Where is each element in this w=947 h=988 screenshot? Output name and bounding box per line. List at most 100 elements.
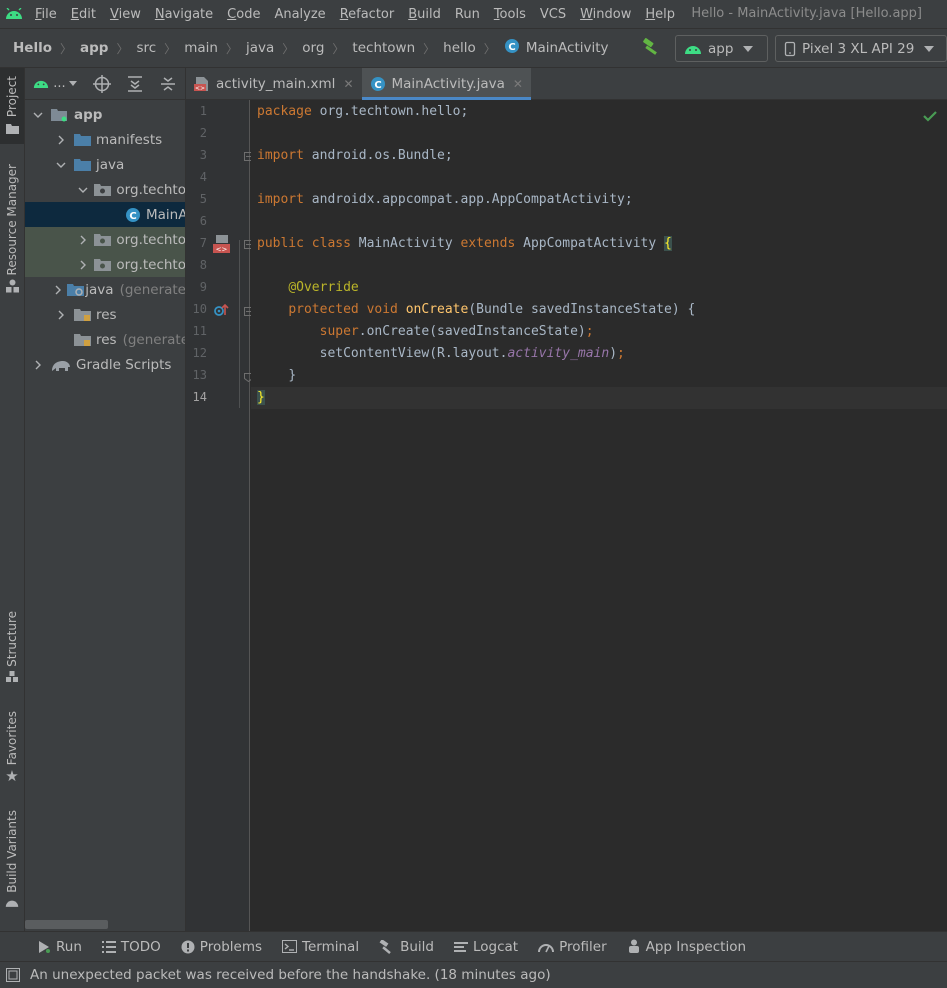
code-token: activity_main — [507, 346, 610, 361]
code-token: setContentView(R.layout. — [319, 346, 508, 361]
project-view-dropdown[interactable]: ... — [25, 68, 85, 100]
status-message[interactable]: An unexpected packet was received before… — [30, 967, 551, 983]
menu-view[interactable]: View — [103, 7, 148, 22]
tab-mainactivity-java[interactable]: C MainActivity.java ✕ — [361, 68, 531, 100]
tool-window-terminal[interactable]: Terminal — [282, 939, 359, 955]
tree-item-app[interactable]: app — [25, 102, 186, 127]
no-problems-check-icon[interactable] — [923, 110, 937, 126]
breadcrumb-separator-icon: 〉 — [423, 41, 436, 56]
tool-window-todo[interactable]: TODO — [101, 938, 161, 955]
override-method-icon[interactable] — [213, 302, 229, 322]
svg-text:C: C — [508, 42, 515, 53]
breadcrumb-separator-icon: 〉 — [332, 41, 345, 56]
code-line-11: super.onCreate(savedInstanceState); — [257, 321, 594, 343]
line-number: 6 — [199, 214, 207, 228]
menu-refactor[interactable]: Refactor — [333, 7, 402, 22]
editor-gutter[interactable]: 1 2 3 4 5 6 7 8 9 10 11 12 13 14 <> — [186, 100, 253, 931]
app-inspection-icon — [627, 939, 641, 954]
code-token: extends — [460, 236, 516, 251]
tree-item-res-generated[interactable]: res (generate — [25, 327, 186, 352]
tool-window-run[interactable]: Run — [37, 939, 82, 955]
tool-window-label: TODO — [120, 938, 161, 955]
menu-analyze[interactable]: Analyze — [267, 7, 332, 22]
breadcrumb-hello-package[interactable]: hello — [443, 40, 476, 56]
line-number: 5 — [199, 192, 207, 206]
code-line-3: import android.os.Bundle; — [257, 145, 453, 167]
chevron-down-icon — [68, 81, 77, 86]
tree-item-package-androidtest[interactable]: org.techto — [25, 227, 186, 252]
tree-item-java-generated[interactable]: java (generate — [25, 277, 186, 302]
tool-window-build[interactable]: Build — [379, 939, 434, 955]
breadcrumb-src[interactable]: src — [136, 40, 156, 56]
tab-resource-manager-label: Resource Manager — [5, 164, 19, 276]
close-icon[interactable]: ✕ — [513, 77, 523, 91]
make-project-hammer-icon[interactable] — [640, 38, 660, 62]
breadcrumb-org[interactable]: org — [302, 40, 324, 56]
menu-window[interactable]: Window — [573, 7, 638, 22]
chevron-down-icon — [31, 112, 45, 118]
breadcrumb-app[interactable]: app — [80, 40, 108, 56]
code-editor[interactable]: package org.techtown.hello; import andro… — [251, 100, 947, 931]
menu-edit[interactable]: Edit — [64, 7, 103, 22]
chevron-right-icon — [77, 235, 88, 245]
menu-run[interactable]: Run — [448, 7, 487, 22]
build-icon — [379, 939, 395, 954]
java-class-icon: C — [504, 38, 520, 58]
breadcrumb-java[interactable]: java — [246, 40, 274, 56]
tool-windows-toggle-icon[interactable] — [6, 968, 20, 982]
device-selector-dropdown[interactable]: Pixel 3 XL API 29 — [775, 35, 947, 62]
java-class-icon: C — [125, 207, 141, 223]
run-configuration-dropdown[interactable]: app — [675, 35, 768, 62]
package-icon — [94, 258, 112, 272]
breadcrumb-mainactivity[interactable]: C MainActivity — [504, 38, 609, 58]
menu-help[interactable]: Help — [638, 7, 682, 22]
breadcrumb-techtown[interactable]: techtown — [352, 40, 415, 56]
tree-item-java[interactable]: java — [25, 152, 186, 177]
tree-item-manifests[interactable]: manifests — [25, 127, 186, 152]
star-icon: ★ — [5, 767, 19, 786]
tool-window-problems[interactable]: Problems — [181, 939, 262, 955]
tree-item-package-main[interactable]: org.techto — [25, 177, 186, 202]
java-class-icon: C — [370, 76, 386, 92]
menu-vcs[interactable]: VCS — [533, 7, 573, 22]
tab-favorites[interactable]: Favorites ★ — [0, 711, 24, 791]
package-icon — [94, 183, 112, 197]
horizontal-scrollbar[interactable] — [25, 920, 108, 929]
code-token: import — [257, 148, 304, 163]
tree-item-package-test[interactable]: org.techto — [25, 252, 186, 277]
code-token: (Bundle savedInstanceState) { — [468, 302, 696, 317]
menu-bar: File Edit View Navigate Code Analyze Ref… — [0, 0, 947, 28]
code-token: } — [257, 390, 265, 405]
tab-build-variants[interactable]: Build Variants — [0, 810, 24, 916]
tool-window-profiler[interactable]: Profiler — [538, 939, 607, 955]
resource-manager-icon — [5, 279, 19, 293]
breadcrumb-mainactivity-label: MainActivity — [525, 40, 609, 56]
layout-xml-related-icon[interactable]: <> — [213, 235, 233, 258]
menu-navigate[interactable]: Navigate — [148, 7, 220, 22]
logcat-icon — [453, 941, 468, 953]
collapse-all-icon[interactable] — [151, 68, 184, 100]
tab-structure[interactable]: Structure — [0, 611, 24, 691]
close-icon[interactable]: ✕ — [343, 77, 353, 91]
tool-window-logcat[interactable]: Logcat — [453, 939, 518, 955]
menu-tools[interactable]: Tools — [487, 7, 533, 22]
tree-item-res[interactable]: res — [25, 302, 186, 327]
tool-window-app-inspection[interactable]: App Inspection — [627, 939, 746, 955]
tab-project[interactable]: Project — [0, 68, 24, 144]
menu-build[interactable]: Build — [401, 7, 448, 22]
menu-code[interactable]: Code — [220, 7, 267, 22]
tab-label: activity_main.xml — [216, 76, 336, 92]
code-token: protected void — [288, 302, 398, 317]
expand-all-icon[interactable] — [118, 68, 151, 100]
tree-item-mainactivity[interactable]: C MainA — [25, 202, 186, 227]
tab-activity-main-xml[interactable]: <> activity_main.xml ✕ — [186, 68, 362, 100]
tab-resource-manager[interactable]: Resource Manager — [0, 164, 24, 304]
tree-item-gradle-scripts[interactable]: Gradle Scripts — [25, 352, 186, 377]
tool-window-label: App Inspection — [645, 938, 747, 955]
locate-target-icon[interactable] — [85, 68, 118, 100]
tab-structure-label: Structure — [5, 611, 19, 667]
code-token: androidx.appcompat.app.AppCompatActivity… — [303, 192, 633, 207]
breadcrumb-hello[interactable]: Hello — [13, 40, 52, 56]
breadcrumb-main[interactable]: main — [184, 40, 218, 56]
menu-file[interactable]: File — [28, 7, 64, 22]
